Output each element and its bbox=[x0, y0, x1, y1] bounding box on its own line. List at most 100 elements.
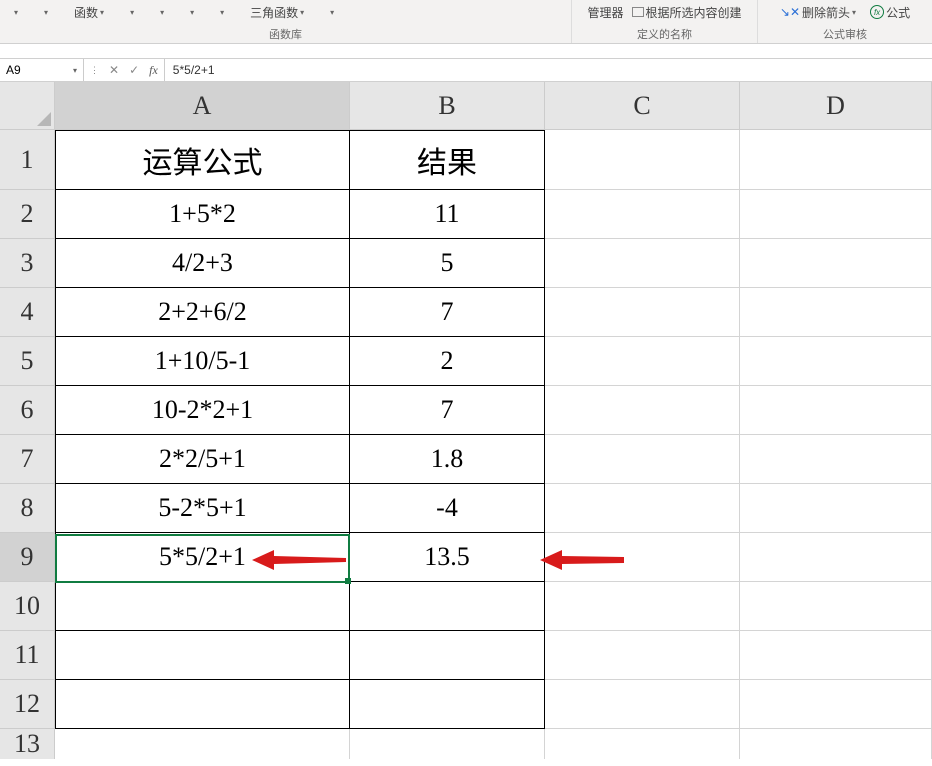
cell-B1[interactable]: 结果 bbox=[350, 130, 545, 190]
fx-icon[interactable]: fx bbox=[149, 63, 158, 78]
cell-B8[interactable]: -4 bbox=[350, 484, 545, 533]
name-box-value: A9 bbox=[6, 63, 21, 77]
cell-A10[interactable] bbox=[55, 582, 350, 631]
cell-B12[interactable] bbox=[350, 680, 545, 729]
remove-arrows-icon: ↘✕ bbox=[780, 5, 800, 19]
cell-B11[interactable] bbox=[350, 631, 545, 680]
cell-A13[interactable] bbox=[55, 729, 350, 759]
cell-A6[interactable]: 10-2*2+1 bbox=[55, 386, 350, 435]
cell-A4[interactable]: 2+2+6/2 bbox=[55, 288, 350, 337]
ribbon-function-dropdown[interactable]: 函数 ▾ bbox=[74, 4, 104, 21]
cell-C5[interactable] bbox=[545, 337, 740, 386]
cell-C11[interactable] bbox=[545, 631, 740, 680]
cell-A12[interactable] bbox=[55, 680, 350, 729]
remove-arrows-label: 删除箭头 bbox=[802, 4, 850, 21]
cell-A7[interactable]: 2*2/5+1 bbox=[55, 435, 350, 484]
cell-C1[interactable] bbox=[545, 130, 740, 190]
cell-B13[interactable] bbox=[350, 729, 545, 759]
formula-input[interactable] bbox=[165, 59, 932, 81]
cell-B3[interactable]: 5 bbox=[350, 239, 545, 288]
cell-C10[interactable] bbox=[545, 582, 740, 631]
cell-B9[interactable]: 13.5 bbox=[350, 533, 545, 582]
fx-circle-icon: fx bbox=[870, 5, 884, 19]
ribbon-dropdown[interactable]: ▾ bbox=[160, 8, 164, 17]
formula-separator: ⋮ bbox=[90, 65, 99, 76]
cell-C3[interactable] bbox=[545, 239, 740, 288]
cell-C6[interactable] bbox=[545, 386, 740, 435]
cell-C9[interactable] bbox=[545, 533, 740, 582]
ribbon-dropdown[interactable]: ▾ bbox=[44, 8, 48, 17]
ribbon-dropdown[interactable]: ▾ bbox=[330, 8, 334, 17]
formula-label: 公式 bbox=[886, 4, 910, 21]
cell-A9[interactable]: 5*5/2+1 bbox=[55, 533, 350, 582]
cancel-formula-button[interactable]: ✕ bbox=[109, 63, 119, 77]
cell-D7[interactable] bbox=[740, 435, 932, 484]
cell-D8[interactable] bbox=[740, 484, 932, 533]
row-header-3[interactable]: 3 bbox=[0, 239, 55, 288]
ribbon-dropdown[interactable]: ▾ bbox=[14, 8, 18, 17]
col-header-B[interactable]: B bbox=[350, 82, 545, 130]
row-header-7[interactable]: 7 bbox=[0, 435, 55, 484]
ribbon-dropdown[interactable]: ▾ bbox=[190, 8, 194, 17]
cell-D6[interactable] bbox=[740, 386, 932, 435]
ribbon-trig-dropdown[interactable]: 三角函数 ▾ bbox=[250, 4, 304, 21]
ribbon-group-audit: 公式审核 bbox=[758, 26, 932, 42]
cell-B5[interactable]: 2 bbox=[350, 337, 545, 386]
col-header-C[interactable]: C bbox=[545, 82, 740, 130]
row-header-2[interactable]: 2 bbox=[0, 190, 55, 239]
cell-A3[interactable]: 4/2+3 bbox=[55, 239, 350, 288]
formula-button[interactable]: fx 公式 bbox=[870, 4, 910, 21]
row-header-8[interactable]: 8 bbox=[0, 484, 55, 533]
cell-D2[interactable] bbox=[740, 190, 932, 239]
accept-formula-button[interactable]: ✓ bbox=[129, 63, 139, 77]
ribbon-dropdown[interactable]: ▾ bbox=[130, 8, 134, 17]
worksheet[interactable]: A B C D 1 运算公式 结果 2 1+5*2 11 3 4/2+3 5 4… bbox=[0, 82, 932, 759]
selection-icon bbox=[632, 7, 644, 17]
name-manager-button[interactable]: 管理器 bbox=[587, 4, 623, 21]
cell-D13[interactable] bbox=[740, 729, 932, 759]
remove-arrows-button[interactable]: ↘✕ 删除箭头 ▾ bbox=[780, 4, 856, 21]
cell-C13[interactable] bbox=[545, 729, 740, 759]
ribbon-group-fnlib: 函数库 bbox=[0, 26, 571, 42]
cell-C2[interactable] bbox=[545, 190, 740, 239]
row-header-9[interactable]: 9 bbox=[0, 533, 55, 582]
cell-B2[interactable]: 11 bbox=[350, 190, 545, 239]
row-header-11[interactable]: 11 bbox=[0, 631, 55, 680]
cell-C7[interactable] bbox=[545, 435, 740, 484]
row-header-1[interactable]: 1 bbox=[0, 130, 55, 190]
col-header-D[interactable]: D bbox=[740, 82, 932, 130]
cell-A5[interactable]: 1+10/5-1 bbox=[55, 337, 350, 386]
row-header-13[interactable]: 13 bbox=[0, 729, 55, 759]
cell-C12[interactable] bbox=[545, 680, 740, 729]
cell-D12[interactable] bbox=[740, 680, 932, 729]
cell-B7[interactable]: 1.8 bbox=[350, 435, 545, 484]
row-header-4[interactable]: 4 bbox=[0, 288, 55, 337]
cell-A11[interactable] bbox=[55, 631, 350, 680]
row-header-10[interactable]: 10 bbox=[0, 582, 55, 631]
cell-D11[interactable] bbox=[740, 631, 932, 680]
cell-A1[interactable]: 运算公式 bbox=[55, 130, 350, 190]
create-from-selection-label: 根据所选内容创建 bbox=[646, 4, 742, 21]
cell-D4[interactable] bbox=[740, 288, 932, 337]
cell-B4[interactable]: 7 bbox=[350, 288, 545, 337]
ribbon-trig-label: 三角函数 bbox=[250, 4, 298, 21]
col-header-A[interactable]: A bbox=[55, 82, 350, 130]
cell-D9[interactable] bbox=[740, 533, 932, 582]
row-header-6[interactable]: 6 bbox=[0, 386, 55, 435]
name-box[interactable]: A9 ▾ bbox=[0, 59, 84, 81]
row-header-5[interactable]: 5 bbox=[0, 337, 55, 386]
cell-C8[interactable] bbox=[545, 484, 740, 533]
cell-A8[interactable]: 5-2*5+1 bbox=[55, 484, 350, 533]
cell-B10[interactable] bbox=[350, 582, 545, 631]
ribbon-dropdown[interactable]: ▾ bbox=[220, 8, 224, 17]
cell-B6[interactable]: 7 bbox=[350, 386, 545, 435]
row-header-12[interactable]: 12 bbox=[0, 680, 55, 729]
cell-A2[interactable]: 1+5*2 bbox=[55, 190, 350, 239]
cell-D10[interactable] bbox=[740, 582, 932, 631]
create-from-selection-button[interactable]: 根据所选内容创建 bbox=[632, 4, 742, 21]
cell-D3[interactable] bbox=[740, 239, 932, 288]
cell-C4[interactable] bbox=[545, 288, 740, 337]
cell-D1[interactable] bbox=[740, 130, 932, 190]
select-all-corner[interactable] bbox=[0, 82, 55, 130]
cell-D5[interactable] bbox=[740, 337, 932, 386]
